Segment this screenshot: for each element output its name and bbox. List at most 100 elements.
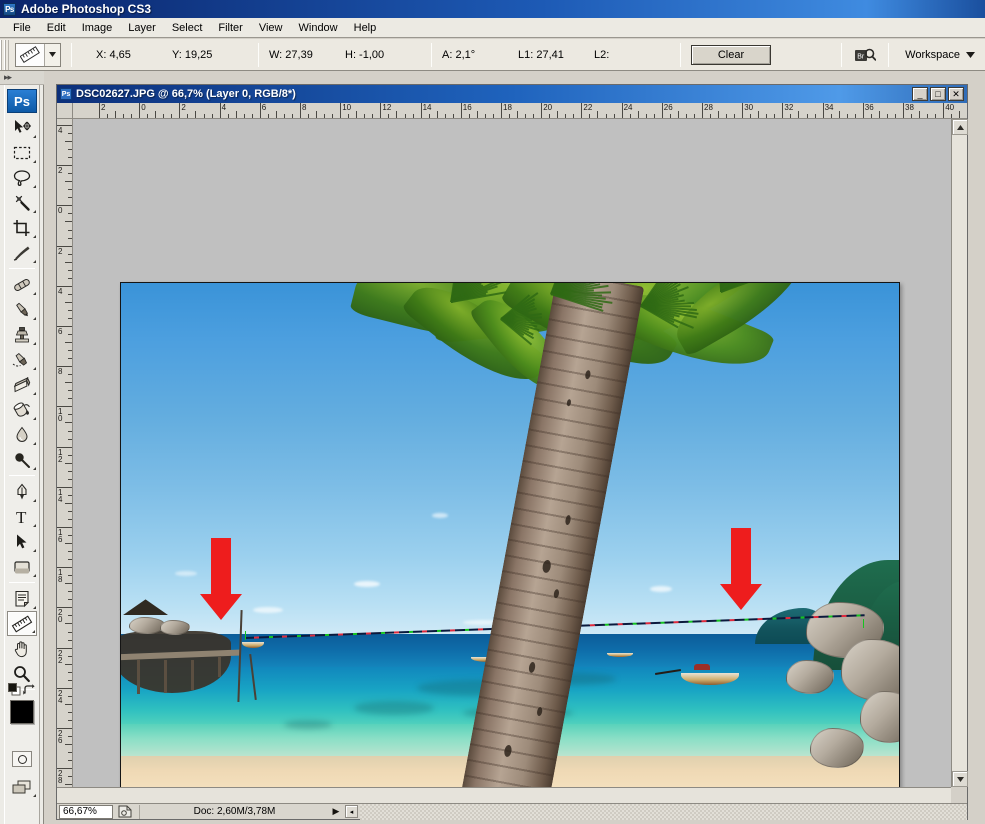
- go-to-bridge-icon[interactable]: Br: [852, 44, 878, 66]
- tool-healing-brush[interactable]: [7, 272, 37, 297]
- canvas-area[interactable]: [73, 119, 951, 787]
- quick-mask-circle-icon: [18, 755, 27, 764]
- ruler-minor-tick: [163, 114, 164, 118]
- trunk-knot: [536, 707, 543, 717]
- ruler-tick-label: 22: [581, 103, 592, 112]
- color-swatches: [8, 694, 36, 742]
- menu-item-select[interactable]: Select: [164, 20, 211, 36]
- trunk-knot: [528, 661, 536, 673]
- tool-slice[interactable]: [7, 240, 37, 265]
- tool-dodge[interactable]: [7, 447, 37, 472]
- maximize-button[interactable]: □: [930, 87, 946, 101]
- vertical-ruler[interactable]: 42024681012141618202224262830: [57, 119, 73, 819]
- horizontal-scrollbar[interactable]: [57, 787, 951, 803]
- quick-mask-icon: [12, 751, 32, 767]
- tool-pen[interactable]: [7, 479, 37, 504]
- document-size-info: Doc: 2,60M/3,78M: [139, 805, 329, 819]
- ruler-minor-tick: [726, 114, 727, 118]
- ruler-minor-tick: [68, 189, 72, 190]
- image-canvas[interactable]: [120, 282, 900, 787]
- minimize-button[interactable]: _: [912, 87, 928, 101]
- tool-preset-chevron-down-icon[interactable]: [44, 44, 60, 66]
- tool-rectangular-marquee[interactable]: [7, 140, 37, 165]
- ruler-minor-tick: [405, 114, 406, 118]
- tool-flyout-triangle-icon: [33, 317, 36, 320]
- tool-path-selection[interactable]: [7, 529, 37, 554]
- tool-blur[interactable]: [7, 422, 37, 447]
- quick-mask-mode-toggle[interactable]: [7, 748, 37, 770]
- tool-lasso[interactable]: [7, 165, 37, 190]
- workspace-menu-button[interactable]: Workspace: [899, 49, 985, 61]
- tool-eraser[interactable]: [7, 372, 37, 397]
- tool-preset-picker[interactable]: [15, 43, 61, 67]
- ruler-tick-label: 16: [58, 529, 66, 543]
- ruler-minor-tick: [284, 114, 285, 118]
- ruler-minor-tick: [413, 114, 414, 118]
- menu-item-window[interactable]: Window: [291, 20, 346, 36]
- status-collapse-button[interactable]: ◂: [345, 805, 358, 818]
- tool-flyout-triangle-icon: [33, 160, 36, 163]
- swap-colors-icon[interactable]: [23, 684, 35, 696]
- scroll-up-arrow-icon[interactable]: [952, 119, 968, 135]
- document-preview-icon[interactable]: [115, 805, 135, 819]
- document-window: Ps DSC02627.JPG @ 66,7% (Layer 0, RGB/8*…: [56, 84, 968, 820]
- menu-item-image[interactable]: Image: [74, 20, 121, 36]
- ruler-minor-tick: [236, 111, 237, 118]
- menu-item-file[interactable]: File: [5, 20, 39, 36]
- vertical-scrollbar[interactable]: [951, 119, 967, 787]
- arrow-shaft: [731, 528, 751, 586]
- menu-item-edit[interactable]: Edit: [39, 20, 74, 36]
- ruler-minor-tick: [68, 495, 72, 496]
- tool-hand[interactable]: [7, 636, 37, 661]
- ruler-minor-tick: [68, 511, 72, 512]
- ruler-corner[interactable]: [57, 103, 73, 119]
- screen-mode-toggle[interactable]: [7, 774, 37, 799]
- tool-paint-bucket[interactable]: [7, 397, 37, 422]
- measure-start-endcap: [245, 631, 246, 640]
- tool-type[interactable]: T: [7, 504, 37, 529]
- ruler-minor-tick: [774, 114, 775, 118]
- document-titlebar[interactable]: Ps DSC02627.JPG @ 66,7% (Layer 0, RGB/8*…: [57, 85, 967, 103]
- ruler-minor-tick: [68, 471, 72, 472]
- menu-item-layer[interactable]: Layer: [120, 20, 164, 36]
- menu-item-view[interactable]: View: [251, 20, 291, 36]
- foreground-color-swatch[interactable]: [10, 700, 34, 724]
- ruler-tick-label: 34: [823, 103, 834, 112]
- tools-palette-collapse-icon[interactable]: ▸▸: [0, 71, 44, 85]
- default-colors-icon[interactable]: [8, 683, 21, 696]
- close-button[interactable]: ✕: [948, 87, 964, 101]
- ruler-minor-tick: [68, 173, 72, 174]
- menu-item-help[interactable]: Help: [346, 20, 385, 36]
- tool-flyout-triangle-icon: [33, 442, 36, 445]
- document-title: DSC02627.JPG @ 66,7% (Layer 0, RGB/8*): [76, 88, 908, 100]
- tool-flyout-triangle-icon: [33, 185, 36, 188]
- ruler-measurements-group: X: 4,65 Y: 19,25 W: 27,39 H: -1,00 A: 2,…: [96, 43, 670, 67]
- ruler-minor-tick: [68, 278, 72, 279]
- ruler-tick-label: 0: [58, 207, 66, 214]
- tool-notes[interactable]: [7, 586, 37, 611]
- ruler-minor-tick: [65, 141, 72, 142]
- clear-button[interactable]: Clear: [691, 45, 771, 65]
- zoom-level-input[interactable]: 66,67%: [59, 805, 113, 819]
- tool-rectangle-shape[interactable]: [7, 554, 37, 579]
- ruler-tick-label: 20: [541, 103, 552, 112]
- ruler-tick-label: 38: [903, 103, 914, 112]
- ruler-minor-tick: [429, 114, 430, 118]
- ruler-tick-label: 16: [461, 103, 472, 112]
- ruler-minor-tick: [855, 114, 856, 118]
- status-menu-arrow-icon[interactable]: ▶: [329, 805, 343, 819]
- photoshop-logo-icon: Ps: [3, 3, 16, 16]
- horizontal-ruler[interactable]: 2024681012141618202224262830323436384042: [73, 103, 967, 119]
- tool-history-brush[interactable]: [7, 347, 37, 372]
- scroll-down-arrow-icon[interactable]: [952, 771, 968, 787]
- ruler-tick-label: 40: [943, 103, 954, 112]
- tool-crop[interactable]: [7, 215, 37, 240]
- tool-brush[interactable]: [7, 297, 37, 322]
- tool-magic-wand[interactable]: [7, 190, 37, 215]
- chevron-down-icon: [966, 52, 975, 58]
- tool-move[interactable]: [7, 115, 37, 140]
- tool-ruler-measure[interactable]: [7, 611, 37, 636]
- options-bar-grip[interactable]: [0, 40, 9, 70]
- menu-item-filter[interactable]: Filter: [210, 20, 250, 36]
- tool-clone-stamp[interactable]: [7, 322, 37, 347]
